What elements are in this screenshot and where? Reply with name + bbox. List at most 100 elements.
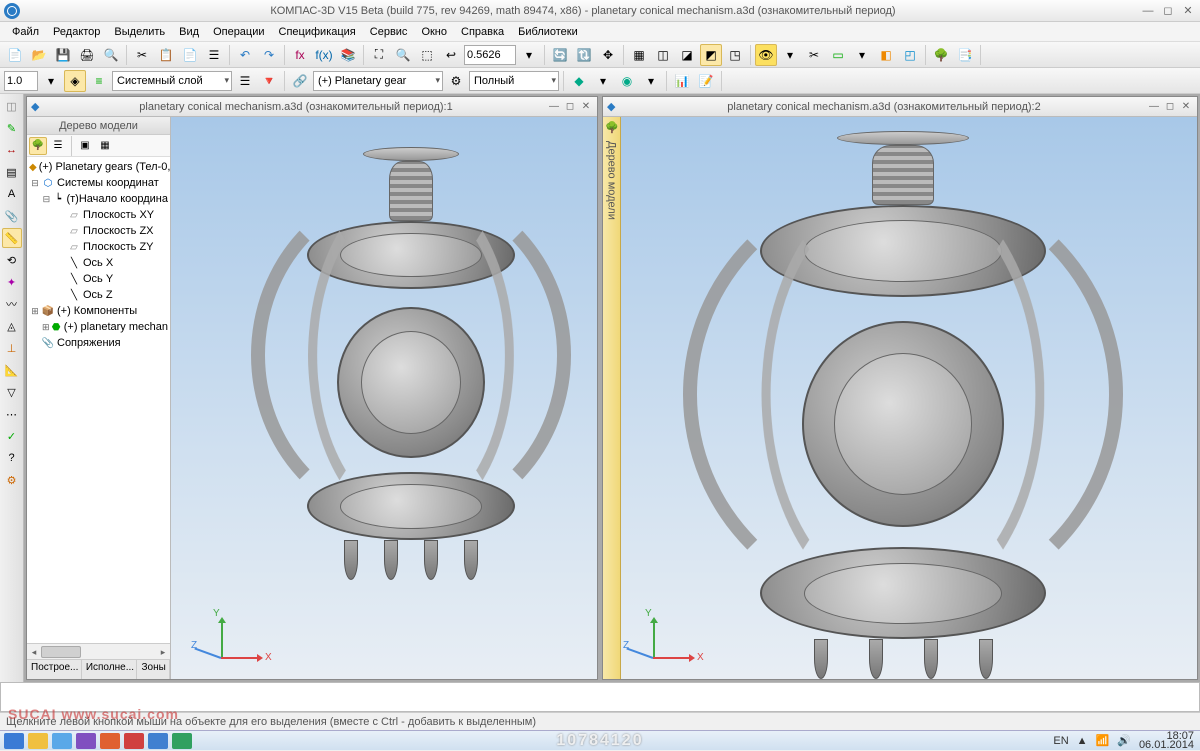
- doc-close-icon[interactable]: ✕: [1179, 100, 1193, 114]
- copy-icon[interactable]: 📋: [155, 44, 177, 66]
- simplify-drop[interactable]: ▾: [851, 44, 873, 66]
- tree-components[interactable]: ⊞📦(+) Компоненты: [27, 303, 170, 319]
- viewport-2[interactable]: 🌳 Дерево модели X: [603, 117, 1197, 679]
- menu-view[interactable]: Вид: [173, 24, 205, 40]
- color-icon[interactable]: ◧: [875, 44, 897, 66]
- tree-filter-icon[interactable]: ▦: [96, 137, 114, 155]
- tree-hscrollbar[interactable]: ◂ ▸: [27, 643, 170, 659]
- tree-tab-build[interactable]: Построе...: [27, 660, 82, 679]
- menu-file[interactable]: Файл: [6, 24, 45, 40]
- tray-clock[interactable]: 18:07 06.01.2014: [1139, 732, 1194, 750]
- tree-axis-z[interactable]: ╲Ось Z: [27, 287, 170, 303]
- zoom-drop-icon[interactable]: ▾: [518, 44, 540, 66]
- tree-origin[interactable]: ⊟┕(т)Начало координа: [27, 191, 170, 207]
- geom-icon[interactable]: ◫: [2, 96, 22, 116]
- tree-tab-zones[interactable]: Зоны: [137, 660, 170, 679]
- menu-libraries[interactable]: Библиотеки: [512, 24, 584, 40]
- filter-icon[interactable]: ▽: [2, 382, 22, 402]
- lang-indicator[interactable]: EN: [1053, 735, 1068, 747]
- menu-service[interactable]: Сервис: [364, 24, 414, 40]
- wireframe-icon[interactable]: ▦: [628, 44, 650, 66]
- maximize-button[interactable]: ◻: [1160, 4, 1176, 18]
- tree-root[interactable]: ◆(+) Planetary gears (Тел-0, С: [27, 159, 170, 175]
- more-icon[interactable]: ⋯: [2, 404, 22, 424]
- print-icon[interactable]: 🖨: [76, 44, 98, 66]
- report-icon[interactable]: 📊: [671, 70, 693, 92]
- taskbar-app-icon[interactable]: [28, 733, 48, 749]
- layer-select[interactable]: Системный слой: [112, 71, 232, 91]
- section-icon[interactable]: ✂: [803, 44, 825, 66]
- orient-icon[interactable]: 👁: [755, 44, 777, 66]
- gear-icon[interactable]: ⚙: [2, 470, 22, 490]
- notes-icon[interactable]: 📝: [695, 70, 717, 92]
- hatch-icon[interactable]: ▤: [2, 162, 22, 182]
- assembly-opt-icon[interactable]: ⚙: [445, 70, 467, 92]
- doc-minimize-icon[interactable]: —: [1147, 100, 1161, 114]
- rebuild-icon[interactable]: 🔄: [549, 44, 571, 66]
- rotate-icon[interactable]: 🔃: [573, 44, 595, 66]
- zoom-window-icon[interactable]: ⬚: [416, 44, 438, 66]
- measure-icon[interactable]: 📐: [2, 360, 22, 380]
- scale-drop-icon[interactable]: ▾: [40, 70, 62, 92]
- material-icon[interactable]: ◆: [568, 70, 590, 92]
- tray-flag-icon[interactable]: ▲: [1077, 735, 1088, 747]
- shaded-icon[interactable]: ◪: [676, 44, 698, 66]
- hidden-icon[interactable]: ◫: [652, 44, 674, 66]
- tree-plane-xy[interactable]: ▱Плоскость XY: [27, 207, 170, 223]
- viewport-1[interactable]: X Y Z: [171, 117, 597, 679]
- cut-icon[interactable]: ✂: [131, 44, 153, 66]
- new-doc-icon[interactable]: 📄: [4, 44, 26, 66]
- simplify-icon[interactable]: ▭: [827, 44, 849, 66]
- close-button[interactable]: ✕: [1180, 4, 1196, 18]
- zoom-fit-icon[interactable]: ⛶: [368, 44, 390, 66]
- surface-icon[interactable]: ◬: [2, 316, 22, 336]
- check-icon[interactable]: ✓: [2, 426, 22, 446]
- tree-mates[interactable]: 📎Сопряжения: [27, 335, 170, 351]
- menu-operations[interactable]: Операции: [207, 24, 270, 40]
- undo-icon[interactable]: ↶: [234, 44, 256, 66]
- texture-icon[interactable]: ▾: [592, 70, 614, 92]
- ruler-icon[interactable]: 📏: [2, 228, 22, 248]
- tree-mechanism[interactable]: ⊞⬣(+) planetary mechan: [27, 319, 170, 335]
- tree-icon[interactable]: 🌳: [930, 44, 952, 66]
- link-icon[interactable]: 🔗: [289, 70, 311, 92]
- pan-icon[interactable]: ✥: [597, 44, 619, 66]
- layer-style-icon[interactable]: ≡: [88, 70, 110, 92]
- lib-icon[interactable]: 📚: [337, 44, 359, 66]
- tree-plane-zx[interactable]: ▱Плоскость ZX: [27, 223, 170, 239]
- perspective-icon[interactable]: ◳: [724, 44, 746, 66]
- render-drop[interactable]: ▾: [640, 70, 662, 92]
- render-icon[interactable]: ◉: [616, 70, 638, 92]
- tree-tab-structure-icon[interactable]: 🌳: [29, 137, 47, 155]
- collapsed-tree-strip[interactable]: 🌳 Дерево модели: [603, 117, 621, 679]
- taskbar-app-icon[interactable]: [100, 733, 120, 749]
- menu-edit[interactable]: Редактор: [47, 24, 106, 40]
- layer-toggle-icon[interactable]: ◈: [64, 70, 86, 92]
- spec-icon[interactable]: 📑: [954, 44, 976, 66]
- display-select[interactable]: Полный: [469, 71, 559, 91]
- sketch-icon[interactable]: ✎: [2, 118, 22, 138]
- tree-collapse-icon[interactable]: ▣: [76, 137, 94, 155]
- doc-maximize-icon[interactable]: ◻: [563, 100, 577, 114]
- curve-icon[interactable]: 〰: [2, 294, 22, 314]
- tree-tab-exec[interactable]: Исполне...: [82, 660, 138, 679]
- transform-icon[interactable]: ⟲: [2, 250, 22, 270]
- constraint-icon[interactable]: ⊥: [2, 338, 22, 358]
- view-drop[interactable]: ▾: [779, 44, 801, 66]
- paperclip-icon[interactable]: 📎: [2, 206, 22, 226]
- tree-tab-list-icon[interactable]: ☰: [49, 137, 67, 155]
- hide-icon[interactable]: ◰: [899, 44, 921, 66]
- taskbar-app-icon[interactable]: [52, 733, 72, 749]
- redo-icon[interactable]: ↷: [258, 44, 280, 66]
- layer-mgr-icon[interactable]: ☰: [234, 70, 256, 92]
- zoom-prev-icon[interactable]: ↩: [440, 44, 462, 66]
- menu-select[interactable]: Выделить: [108, 24, 171, 40]
- zoom-input[interactable]: [464, 45, 516, 65]
- tree-coord-systems[interactable]: ⊟⬡Системы координат: [27, 175, 170, 191]
- tree-plane-zy[interactable]: ▱Плоскость ZY: [27, 239, 170, 255]
- doc-close-icon[interactable]: ✕: [579, 100, 593, 114]
- text-icon[interactable]: A: [2, 184, 22, 204]
- assembly-select[interactable]: (+) Planetary gear: [313, 71, 443, 91]
- dim-icon[interactable]: ↔: [2, 140, 22, 160]
- doc-maximize-icon[interactable]: ◻: [1163, 100, 1177, 114]
